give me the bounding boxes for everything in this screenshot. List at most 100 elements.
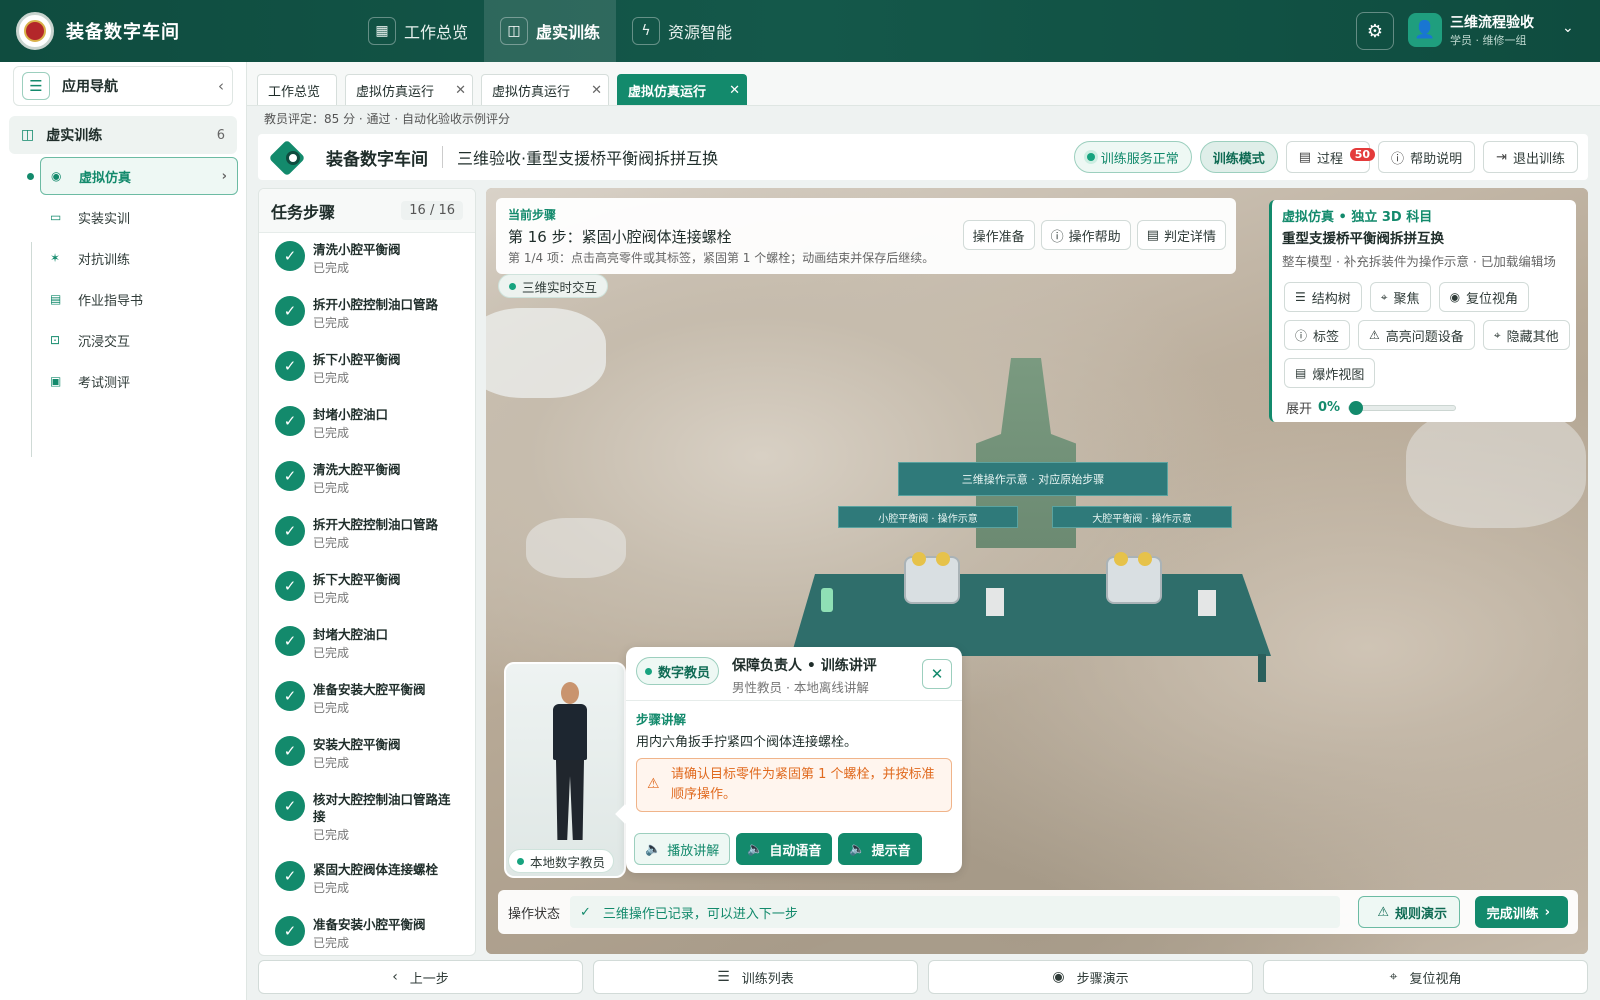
- play-circle-icon: ◉: [1449, 290, 1461, 304]
- scene-banner-right: 大腔平衡阀 · 操作示意: [1052, 506, 1232, 528]
- close-icon[interactable]: ✕: [591, 83, 602, 98]
- sidebar-item-label: 沉浸交互: [78, 334, 131, 350]
- step-item[interactable]: ✓ 清洗小腔平衡阀 已完成: [259, 233, 475, 288]
- tool-title: 重型支援桥平衡阀拆拼互换: [1282, 231, 1444, 247]
- step-item[interactable]: ✓ 核对大腔控制油口管路连接 已完成: [259, 783, 475, 853]
- step-text: 安装大腔平衡阀 已完成: [313, 736, 453, 783]
- focus-button[interactable]: ⌖ 聚焦: [1369, 282, 1431, 312]
- step-status: 已完成: [313, 316, 350, 330]
- slider-handle[interactable]: [1349, 400, 1364, 415]
- explode-view-button[interactable]: ▤ 爆炸视图: [1284, 358, 1376, 388]
- step-item[interactable]: ✓ 封堵大腔油口 已完成: [259, 618, 475, 673]
- step-status: 已完成: [313, 371, 350, 385]
- topnav-resources[interactable]: ϟ 资源智能: [616, 0, 748, 62]
- step-item[interactable]: ✓ 拆开大腔控制油口管路 已完成: [259, 508, 475, 563]
- reset-view-footer-button[interactable]: ⌖ 复位视角: [1263, 960, 1588, 994]
- status-message: 三维操作已记录，可以进入下一步: [602, 906, 798, 922]
- sidebar-item-virtual-sim[interactable]: ◉ 虚拟仿真 ›: [27, 157, 238, 195]
- step-item[interactable]: ✓ 准备安装大腔平衡阀 已完成: [259, 673, 475, 728]
- box-part[interactable]: [1198, 590, 1216, 616]
- sidebar-item-real-training[interactable]: ▭ 实装实训: [40, 198, 238, 236]
- topnav-training[interactable]: ◫ 虚实训练: [484, 0, 617, 62]
- emblem-logo: [16, 12, 54, 50]
- judge-detail-button[interactable]: ▤ 判定详情: [1136, 220, 1226, 250]
- tab-sim-run-2[interactable]: 虚拟仿真运行 ✕: [481, 74, 609, 105]
- expand-slider[interactable]: [1348, 400, 1457, 415]
- rule-demo-button[interactable]: ⚠ 规则演示: [1358, 896, 1460, 928]
- step-text: 拆下大腔平衡阀 已完成: [313, 571, 453, 618]
- labels-button[interactable]: ⓘ 标签: [1284, 320, 1351, 350]
- play-explain-button[interactable]: 🔈 播放讲解: [634, 833, 731, 865]
- tab-sim-run-1[interactable]: 虚拟仿真运行 ✕: [345, 74, 473, 105]
- close-icon[interactable]: ✕: [729, 83, 740, 98]
- warning-icon: ⚠: [1369, 328, 1380, 342]
- close-icon[interactable]: ✕: [455, 83, 466, 98]
- speaker-icon: 🔈: [747, 841, 764, 857]
- step-item[interactable]: ✓ 安装大腔平衡阀 已完成: [259, 728, 475, 783]
- book-icon: ◫: [500, 17, 529, 45]
- sidebar-header: ☰ 应用导航 ‹: [13, 66, 233, 106]
- box-part[interactable]: [986, 588, 1004, 616]
- collapse-chevron-icon[interactable]: ‹: [218, 77, 224, 95]
- operation-prepare-button[interactable]: 操作准备: [962, 220, 1035, 250]
- user-menu[interactable]: 👤 三维流程验收 学员 · 维修一组: [1408, 12, 1534, 48]
- step-item[interactable]: ✓ 紧固大腔阀体连接螺栓 已完成: [259, 853, 475, 908]
- step-demo-button[interactable]: ◉ 步骤演示: [928, 960, 1253, 994]
- button-label: 操作准备: [972, 229, 1025, 245]
- current-step-card: 当前步骤 第 16 步：紧固小腔阀体连接螺栓 第 1/4 项：点击高亮零件或其标…: [496, 198, 1236, 274]
- sidebar-item-instructions[interactable]: ▤ 作业指导书: [40, 280, 238, 318]
- settings-gear-icon[interactable]: ⚙: [1356, 12, 1394, 50]
- tab-overview[interactable]: 工作总览: [257, 74, 337, 105]
- operation-help-button[interactable]: ⓘ 操作帮助: [1040, 220, 1131, 250]
- large-valve-model[interactable]: [1106, 552, 1162, 604]
- step-title: 拆下大腔平衡阀: [313, 572, 401, 587]
- crosshair-icon: ⌖: [1380, 289, 1388, 304]
- button-label: 操作帮助: [1068, 229, 1121, 245]
- menu-icon[interactable]: ☰: [22, 72, 50, 100]
- sidebar-group-count: 6: [216, 127, 225, 143]
- hide-others-button[interactable]: ⌖ 隐藏其他: [1482, 320, 1570, 350]
- step-item[interactable]: ✓ 拆下大腔平衡阀 已完成: [259, 563, 475, 618]
- exit-training-button[interactable]: ⇥ 退出训练: [1483, 141, 1578, 173]
- chevron-down-icon[interactable]: ⌄: [1562, 20, 1574, 36]
- sidebar: ☰ 应用导航 ‹ ◫ 虚实训练 6 ◉ 虚拟仿真 › ▭ 实装实训 ✶ 对抗训练 ▤ 作业…: [0, 62, 247, 1000]
- button-label: 高亮问题设备: [1385, 329, 1464, 345]
- sidebar-group-training[interactable]: ◫ 虚实训练 6: [9, 116, 237, 154]
- info-icon: ⓘ: [1295, 328, 1308, 343]
- step-text: 拆开小腔控制油口管路 已完成: [313, 296, 453, 343]
- prompt-tone-button[interactable]: 🔈 提示音: [838, 833, 922, 865]
- step-item[interactable]: ✓ 封堵小腔油口 已完成: [259, 398, 475, 453]
- check-circle-icon: ✓: [275, 916, 305, 946]
- sidebar-item-confrontation[interactable]: ✶ 对抗训练: [40, 239, 238, 277]
- sidebar-item-immersive[interactable]: ⊡ 沉浸交互: [40, 321, 238, 359]
- button-label: 爆炸视图: [1312, 367, 1365, 383]
- topnav-overview[interactable]: ▦ 工作总览: [352, 0, 484, 62]
- step-title: 核对大腔控制油口管路连接: [313, 792, 451, 824]
- mode-label: 训练模式: [1212, 151, 1265, 167]
- steps-title: 任务步骤: [271, 202, 336, 222]
- step-item[interactable]: ✓ 准备安装小腔平衡阀 已完成: [259, 908, 475, 955]
- auto-voice-button[interactable]: 🔈 自动语音: [736, 833, 833, 865]
- cylinder-part[interactable]: [821, 588, 833, 612]
- sidebar-item-exam[interactable]: ▣ 考试测评: [40, 362, 238, 400]
- training-mode-button[interactable]: 训练模式: [1199, 141, 1278, 173]
- tool-subject: 虚拟仿真 • 独立 3D 科目: [1282, 210, 1433, 225]
- small-valve-model[interactable]: [904, 552, 960, 604]
- step-title: 封堵小腔油口: [313, 407, 389, 422]
- step-item[interactable]: ✓ 清洗大腔平衡阀 已完成: [259, 453, 475, 508]
- step-item[interactable]: ✓ 拆开小腔控制油口管路 已完成: [259, 288, 475, 343]
- close-icon[interactable]: ✕: [922, 659, 952, 689]
- tab-sim-run-3[interactable]: 虚拟仿真运行 ✕: [617, 74, 747, 105]
- previous-step-button[interactable]: ‹ 上一步: [258, 960, 583, 994]
- reset-view-button[interactable]: ◉ 复位视角: [1438, 282, 1530, 312]
- step-item[interactable]: ✓ 拆下小腔平衡阀 已完成: [259, 343, 475, 398]
- process-button[interactable]: ▤ 过程 50: [1285, 141, 1376, 173]
- training-list-button[interactable]: ☰ 训练列表: [593, 960, 918, 994]
- structure-tree-button[interactable]: ☰ 结构树: [1284, 282, 1362, 312]
- teacher-sub: 男性教员 · 本地离线讲解: [732, 680, 869, 695]
- highlight-issue-button[interactable]: ⚠ 高亮问题设备: [1358, 320, 1475, 350]
- grid-icon: ▦: [368, 17, 396, 45]
- finish-training-button[interactable]: 完成训练 ›: [1474, 896, 1568, 928]
- help-button[interactable]: ⓘ 帮助说明: [1378, 141, 1476, 173]
- step-status: 已完成: [313, 481, 350, 495]
